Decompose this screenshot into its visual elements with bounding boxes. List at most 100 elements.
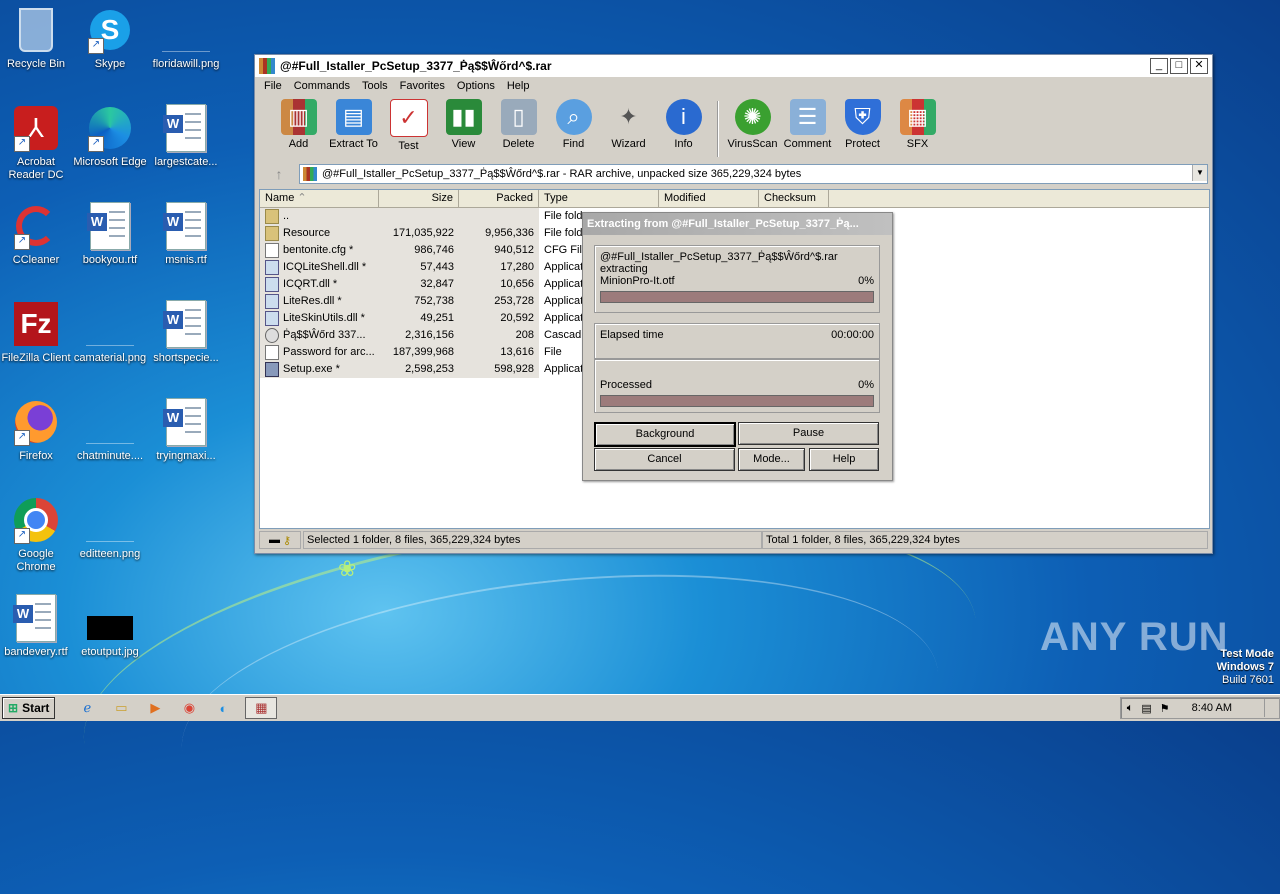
image-file-icon	[86, 496, 134, 544]
desktop-icon-shortspecie[interactable]: W shortspecie...	[148, 300, 224, 365]
desktop-icon-etoutput[interactable]: etoutput.jpg	[72, 594, 148, 659]
sfx-button[interactable]: ▦ SFX	[890, 97, 945, 150]
chrome-taskbar-icon[interactable]: ◉	[177, 698, 201, 718]
image-file-icon	[86, 300, 134, 348]
menu-tools[interactable]: Tools	[356, 80, 394, 92]
dialog-title[interactable]: Extracting from @#Full_Istaller_PcSetup_…	[583, 213, 892, 235]
help-button[interactable]: Help	[809, 448, 879, 471]
recycle-bin-icon	[12, 6, 60, 54]
desktop-icon-msnis[interactable]: W msnis.rtf	[148, 202, 224, 267]
winrar-icon	[259, 58, 275, 74]
desktop-icon-label: shortspecie...	[153, 352, 219, 364]
exe-icon	[265, 362, 279, 377]
info-icon: i	[665, 99, 702, 135]
pause-button[interactable]: Pause	[738, 422, 879, 445]
menu-help[interactable]: Help	[501, 80, 536, 92]
column-packed[interactable]: Packed	[459, 190, 539, 207]
file-icon	[265, 345, 279, 360]
cancel-button[interactable]: Cancel	[594, 448, 735, 471]
column-name[interactable]: Name ⌃	[260, 190, 379, 207]
volume-icon[interactable]: 🔈︎	[1127, 702, 1134, 715]
desktop-icon-firefox[interactable]: ↗ Firefox	[0, 398, 74, 463]
desktop-icon-chatminute[interactable]: chatminute....	[72, 398, 148, 463]
menu-file[interactable]: File	[258, 80, 288, 92]
desktop-icon-chrome[interactable]: ↗ Google Chrome	[0, 496, 74, 574]
up-arrow-icon[interactable]: ↑	[259, 166, 299, 182]
desktop-icon-bandevery[interactable]: W bandevery.rtf	[0, 594, 74, 659]
delete-icon: ▯	[500, 99, 537, 135]
title-bar[interactable]: @#Full_Istaller_PcSetup_3377_Ṗą$$Ŵőrd^$.…	[255, 55, 1212, 77]
desktop-icon-filezilla[interactable]: Fz FileZilla Client	[0, 300, 74, 365]
winrar-taskbar-icon[interactable]: ▦	[245, 697, 278, 719]
file-size-cell: 187,399,968	[379, 344, 459, 361]
file-name-cell: Ṗą$$Ŵőrd 337...	[260, 327, 379, 344]
windows-logo-icon: ❀	[338, 556, 357, 581]
file-name: LiteRes.dll *	[283, 295, 342, 307]
dropdown-arrow-icon[interactable]: ▼	[1192, 165, 1207, 181]
desktop-icon-skype[interactable]: S ↗ Skype	[72, 6, 148, 71]
desktop-icon-largestcate[interactable]: W largestcate...	[148, 104, 224, 169]
word-doc-icon: W	[86, 202, 134, 250]
toolbar-label: Add	[288, 138, 309, 150]
menu-commands[interactable]: Commands	[288, 80, 356, 92]
mode-button[interactable]: Mode...	[738, 448, 805, 471]
desktop-icon-floridawill[interactable]: floridawill.png	[148, 6, 224, 71]
virusscan-button[interactable]: ✺ VirusScan	[725, 97, 780, 150]
desktop-icon-editteen[interactable]: editteen.png	[72, 496, 148, 561]
column-modified[interactable]: Modified	[659, 190, 759, 207]
close-button[interactable]: ✕	[1190, 58, 1208, 74]
anyrun-watermark: ANY RUN	[1040, 615, 1229, 659]
action-center-flag-icon[interactable]: ⚑	[1160, 702, 1170, 715]
ccleaner-icon: ↗	[12, 202, 60, 250]
firefox-icon: ↗	[12, 398, 60, 446]
file-packed-cell: 13,616	[459, 344, 539, 361]
desktop-icon-acrobat[interactable]: ⅄ ↗ Acrobat Reader DC	[0, 104, 74, 182]
maximize-button[interactable]: □	[1170, 58, 1188, 74]
status-selected: Selected 1 folder, 8 files, 365,229,324 …	[303, 531, 762, 549]
desktop-icon-ccleaner[interactable]: ↗ CCleaner	[0, 202, 74, 267]
minimize-button[interactable]: _	[1150, 58, 1168, 74]
network-icon[interactable]: ▤	[1141, 702, 1151, 715]
menu-options[interactable]: Options	[451, 80, 501, 92]
delete-button[interactable]: ▯ Delete	[491, 97, 546, 150]
desktop-icon-edge[interactable]: ↗ Microsoft Edge	[72, 104, 148, 169]
desktop-icon-label: Google Chrome	[16, 548, 56, 573]
extract-to-button[interactable]: ▤ Extract To	[326, 97, 381, 150]
comment-button[interactable]: ☰ Comment	[780, 97, 835, 150]
image-file-icon	[86, 398, 134, 446]
desktop-icon-bookyou[interactable]: W bookyou.rtf	[72, 202, 148, 267]
background-button[interactable]: Background	[594, 422, 736, 447]
address-field[interactable]: @#Full_Istaller_PcSetup_3377_Ṗą$$Ŵőrd^$.…	[299, 164, 1208, 184]
explorer-taskbar-icon[interactable]: ▭	[109, 698, 133, 718]
word-doc-icon: W	[162, 104, 210, 152]
menu-favorites[interactable]: Favorites	[394, 80, 451, 92]
view-button[interactable]: ▮▮ View	[436, 97, 491, 150]
taskbar: ⊞ Start ℯ ▭ ▶ ◉ ◐ ▦ 🔈︎ ▤ ⚑ 8:40 AM	[0, 694, 1280, 721]
desktop-icon-recycle-bin[interactable]: Recycle Bin	[0, 6, 74, 71]
file-name-cell: Password for arc...	[260, 344, 379, 361]
column-type[interactable]: Type	[539, 190, 659, 207]
desktop-icon-label: msnis.rtf	[165, 254, 207, 266]
column-checksum[interactable]: Checksum	[759, 190, 829, 207]
desktop-icon-camaterial[interactable]: camaterial.png	[72, 300, 148, 365]
desktop-icon-tryingmaxi[interactable]: W tryingmaxi...	[148, 398, 224, 463]
file-packed-cell: 17,280	[459, 259, 539, 276]
info-button[interactable]: i Info	[656, 97, 711, 150]
file-size-cell: 32,847	[379, 276, 459, 293]
wizard-button[interactable]: ✦ Wizard	[601, 97, 656, 150]
status-bar: ▬ ⚷ Selected 1 folder, 8 files, 365,229,3…	[259, 531, 1208, 549]
column-size[interactable]: Size	[379, 190, 459, 207]
start-button[interactable]: ⊞ Start	[2, 697, 56, 719]
test-button[interactable]: ✓ Test	[381, 97, 436, 152]
add-button[interactable]: ▥ Add	[271, 97, 326, 150]
edge-taskbar-icon[interactable]: ◐	[211, 698, 235, 718]
clock[interactable]: 8:40 AM	[1192, 702, 1232, 714]
protect-button[interactable]: ⛨ Protect	[835, 97, 890, 150]
desktop-icon-label: Skype	[94, 58, 126, 70]
ie-taskbar-icon[interactable]: ℯ	[75, 698, 99, 718]
protect-icon: ⛨	[844, 99, 881, 135]
show-desktop-button[interactable]	[1264, 699, 1273, 717]
find-button[interactable]: ⌕ Find	[546, 97, 601, 150]
media-player-taskbar-icon[interactable]: ▶	[143, 698, 167, 718]
processed-label: Processed	[600, 379, 652, 391]
